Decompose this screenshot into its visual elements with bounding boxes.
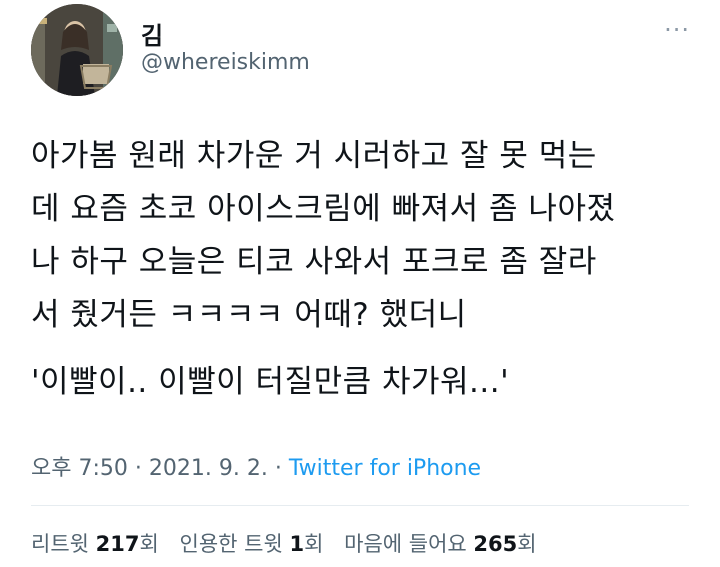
meta-separator: · bbox=[274, 456, 282, 481]
tweet-date[interactable]: 2021. 9. 2. bbox=[149, 456, 268, 481]
user-handle[interactable]: @whereiskimm bbox=[141, 50, 310, 75]
retweets-unit: 회 bbox=[139, 532, 159, 556]
tweet-quote-line: '이빨이.. 이빨이 터질만큼 차가워...' bbox=[31, 364, 510, 400]
quote-tweets-stat[interactable]: 인용한 트윗 1회 bbox=[180, 532, 324, 556]
likes-count: 265 bbox=[473, 532, 518, 556]
retweets-label: 리트윗 bbox=[31, 532, 89, 556]
tweet-source-link[interactable]: Twitter for iPhone bbox=[289, 456, 481, 481]
meta-separator: · bbox=[134, 456, 142, 481]
profile-photo-icon bbox=[31, 4, 123, 96]
likes-label: 마음에 들어요 bbox=[344, 532, 467, 556]
tweet-text: 아가봄 원래 차가운 거 시러하고 잘 못 먹는 데 요즘 초코 아이스크림에 … bbox=[31, 130, 701, 409]
avatar[interactable] bbox=[31, 4, 123, 96]
more-options-icon[interactable]: ··· bbox=[664, 18, 690, 42]
display-name[interactable]: 김 bbox=[141, 16, 163, 51]
likes-unit: 회 bbox=[517, 532, 537, 556]
tweet-stats: 리트윗 217회 인용한 트윗 1회 마음에 들어요 265회 bbox=[31, 528, 551, 558]
retweets-stat[interactable]: 리트윗 217회 bbox=[31, 532, 159, 556]
quotes-unit: 회 bbox=[304, 532, 324, 556]
tweet-line: 나 하구 오늘은 티코 사와서 포크로 좀 잘라 bbox=[31, 244, 597, 280]
quotes-count: 1 bbox=[289, 532, 305, 556]
tweet-line: 데 요즘 초코 아이스크림에 빠져서 좀 나아졌 bbox=[31, 191, 616, 227]
tweet-time[interactable]: 오후 7:50 bbox=[31, 456, 128, 481]
tweet-meta: 오후 7:50 · 2021. 9. 2. · Twitter for iPho… bbox=[31, 450, 481, 482]
tweet-line: 서 줬거든 ㅋㅋㅋㅋ 어때? 했더니 bbox=[31, 297, 467, 333]
quotes-label: 인용한 트윗 bbox=[179, 532, 283, 556]
divider bbox=[31, 505, 689, 506]
retweets-count: 217 bbox=[95, 532, 140, 556]
tweet-line: 아가봄 원래 차가운 거 시러하고 잘 못 먹는 bbox=[31, 138, 597, 174]
likes-stat[interactable]: 마음에 들어요 265회 bbox=[344, 532, 536, 556]
